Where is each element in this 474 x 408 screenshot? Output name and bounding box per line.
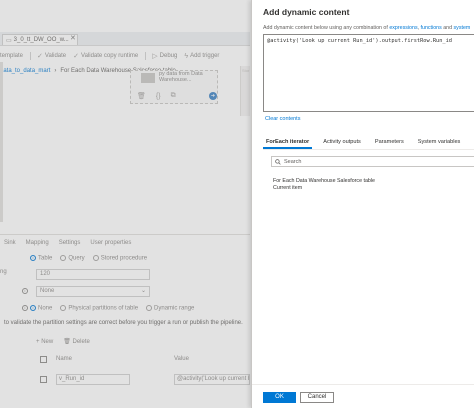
panel-description-text: Add dynamic content below using any comb… (263, 25, 390, 31)
cancel-button[interactable]: Cancel (300, 392, 334, 403)
iterator-title: For Each Data Warehouse Salesforce table (273, 178, 375, 184)
tab-foreach-iterator[interactable]: ForEach iterator (263, 138, 313, 149)
system-link[interactable]: system (454, 25, 471, 31)
panel-footer: OK Cancel (252, 384, 474, 408)
ok-button[interactable]: OK (263, 392, 296, 403)
clear-contents-link[interactable]: Clear contents (265, 116, 300, 122)
panel-title: Add dynamic content (263, 7, 350, 17)
content-tabs: ForEach iterator Activity outputs Parame… (263, 138, 474, 150)
search-box (271, 156, 474, 167)
tab-activity-outputs[interactable]: Activity outputs (320, 138, 364, 149)
search-input[interactable] (284, 157, 464, 166)
current-item-option[interactable]: Current item (273, 185, 302, 191)
panel-description-and: and (441, 25, 454, 31)
tab-parameters[interactable]: Parameters (372, 138, 407, 149)
search-icon (275, 158, 281, 165)
functions-link[interactable]: functions (421, 25, 442, 31)
panel-description: Add dynamic content below using any comb… (263, 25, 470, 31)
expression-editor[interactable]: @activity('Look up current Run_id').outp… (263, 34, 474, 112)
tab-system-variables[interactable]: System variables (415, 138, 464, 149)
expressions-link[interactable]: expressions (389, 25, 417, 31)
add-dynamic-content-panel: Add dynamic content Add dynamic content … (251, 0, 474, 408)
